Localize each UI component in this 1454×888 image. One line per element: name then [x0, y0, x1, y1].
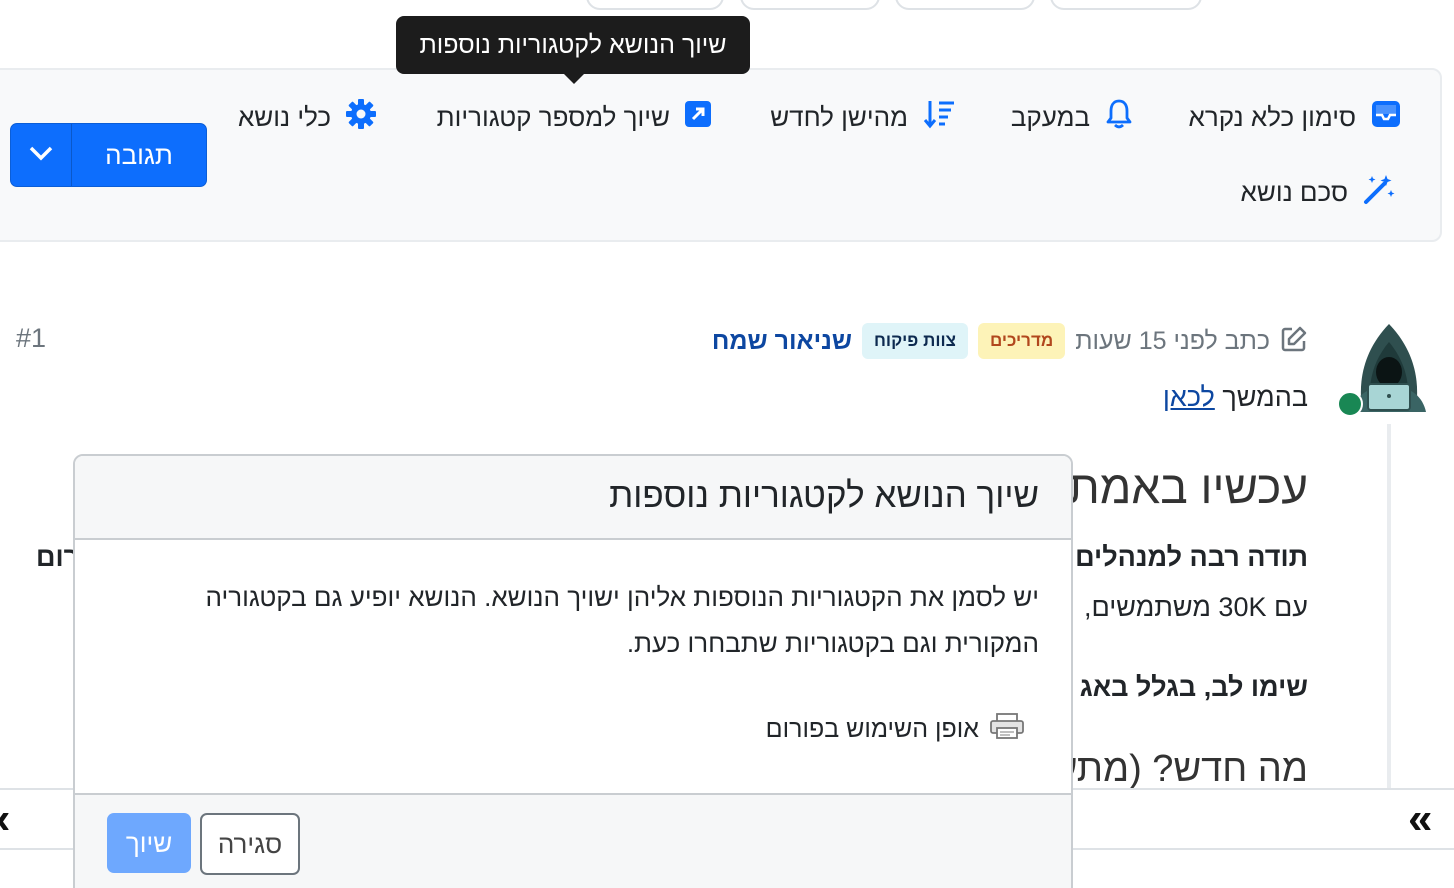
- mark-unread-button[interactable]: סימון כלא נקרא: [1189, 97, 1402, 137]
- post-line-continuation: בהמשך לכאן: [1163, 382, 1308, 413]
- sort-order-button[interactable]: מהישן לחדש: [770, 97, 956, 137]
- navigator-prev-arrow[interactable]: «: [0, 794, 10, 844]
- assign-categories-modal: שיוך הנושא לקטגוריות נוספות יש לסמן את ה…: [73, 454, 1073, 888]
- summarize-topic-label: סכם נושא: [1240, 176, 1348, 207]
- assign-categories-label: שיוך למספר קטגוריות: [436, 101, 670, 132]
- watching-label: במעקב: [1010, 101, 1090, 132]
- gear-icon: [345, 98, 377, 137]
- modal-title: שיוך הנושא לקטגוריות נוספות: [609, 476, 1039, 515]
- group-badge-staff[interactable]: צוות פיקוח: [862, 323, 968, 359]
- modal-header: שיוך הנושא לקטגוריות נוספות: [75, 456, 1071, 540]
- post-link-here[interactable]: לכאן: [1163, 382, 1215, 412]
- topic-tools-label: כלי נושא: [237, 101, 331, 132]
- close-button[interactable]: סגירה: [200, 813, 300, 875]
- top-nav-pill[interactable]: [740, 0, 880, 10]
- post-bold-line-2: שימו לב, בגלל באג: [1079, 672, 1308, 702]
- tooltip: שיוך הנושא לקטגוריות נוספות: [396, 16, 750, 74]
- top-nav-pill[interactable]: [1050, 0, 1202, 10]
- chevron-down-icon: [28, 145, 54, 166]
- top-nav-pill[interactable]: [895, 0, 1035, 10]
- summarize-topic-button[interactable]: סכם נושא: [1241, 172, 1396, 212]
- inbox-icon: [1370, 99, 1402, 136]
- post-header: שניאור שמח צוות פיקוח מדריכים כתב לפני 1…: [712, 320, 1308, 362]
- forum-usage-label: אופן השימוש בפורום: [765, 715, 979, 743]
- post-heading-2: מה חדש? (מתע: [1055, 748, 1308, 790]
- sort-descending-icon: [922, 98, 956, 137]
- author-name[interactable]: שניאור שמח: [712, 327, 852, 356]
- assign-button[interactable]: שיוך: [107, 813, 191, 873]
- topic-toolbar: [0, 68, 1442, 242]
- edit-icon[interactable]: [1280, 325, 1308, 358]
- watching-button[interactable]: במעקב: [1011, 97, 1134, 137]
- external-link-icon: [684, 100, 712, 135]
- topic-tools-button[interactable]: כלי נושא: [238, 97, 377, 137]
- sort-order-label: מהישן לחדש: [770, 101, 908, 132]
- post-text-line: עם 30K משתמשים,: [1083, 592, 1308, 622]
- assign-categories-button[interactable]: שיוך למספר קטגוריות: [437, 97, 712, 137]
- reply-split-button[interactable]: תגובה: [10, 123, 207, 187]
- online-status-indicator: [1337, 391, 1363, 417]
- post-timestamp[interactable]: כתב לפני 15 שעות: [1075, 327, 1270, 356]
- modal-footer: שיוך סגירה: [75, 793, 1071, 888]
- magic-wand-icon: [1362, 173, 1396, 212]
- page: סימון כלא נקרא במעקב מהישן לחדש שיוך למס…: [0, 0, 1454, 888]
- post-index[interactable]: #1: [16, 323, 46, 354]
- mark-unread-label: סימון כלא נקרא: [1188, 101, 1356, 132]
- post-thread-rail: [1387, 424, 1391, 804]
- forum-usage-link[interactable]: אופן השימוש בפורום: [766, 712, 1025, 747]
- post-heading: עכשיו באמת: [1067, 461, 1308, 513]
- modal-body-text: יש לסמן את הקטגוריות הנוספות אליהן ישויך…: [205, 582, 1040, 658]
- printer-icon: [989, 712, 1025, 747]
- navigator-next-arrow[interactable]: «: [1408, 794, 1432, 844]
- post-line-prefix: בהמשך: [1214, 382, 1308, 412]
- reply-button[interactable]: תגובה: [72, 124, 206, 186]
- top-nav-pill[interactable]: [586, 0, 724, 10]
- bell-icon: [1104, 98, 1134, 137]
- group-badge-guides[interactable]: מדריכים: [977, 323, 1066, 359]
- reply-dropdown-toggle[interactable]: [11, 124, 72, 186]
- tooltip-arrow: [562, 72, 586, 84]
- post-bold-line: תודה רבה למנהלים: [1075, 542, 1308, 572]
